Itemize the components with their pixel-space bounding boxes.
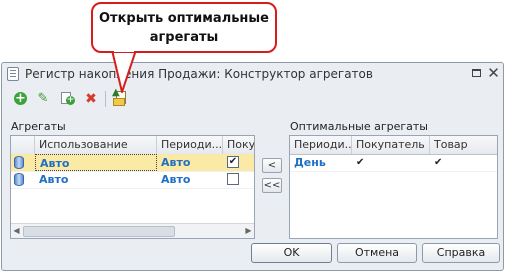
optimal-aggregates-table[interactable]: Периоди... Покупатель Товар День ✔ ✔ (289, 135, 498, 239)
horizontal-scrollbar[interactable]: ◀ ▶ (11, 223, 254, 238)
move-one-button[interactable]: < (262, 158, 282, 173)
callout-box: Открыть оптимальные агрегаты (91, 2, 277, 53)
title-bar: Регистр накопления Продажи: Конструктор … (2, 63, 503, 85)
period-cell[interactable]: День (290, 154, 352, 171)
aggregates-label: Агрегаты (11, 120, 66, 133)
period-cell[interactable]: Авто (157, 154, 223, 171)
column-header-product[interactable]: Товар (430, 136, 497, 154)
open-optimal-aggregates-icon[interactable]: ▲ (111, 87, 129, 108)
buyer-check-mark: ✔ (356, 157, 365, 168)
cancel-button[interactable]: Отмена (337, 243, 417, 263)
close-icon[interactable]: ✕ (486, 66, 501, 81)
table-row[interactable]: День ✔ ✔ (290, 154, 497, 172)
table-header: Периоди... Покупатель Товар (290, 136, 497, 155)
usage-cell[interactable]: Авто (35, 171, 157, 188)
optimal-aggregates-label: Оптимальные агрегаты (290, 120, 428, 133)
database-icon (14, 156, 24, 169)
column-header-periodicity[interactable]: Периоди... (157, 136, 223, 154)
buyer-checkbox[interactable] (227, 173, 239, 185)
scroll-left-icon[interactable]: ◀ (11, 225, 22, 236)
edit-icon[interactable]: ✎ (34, 90, 52, 108)
callout-text-line1: Открыть оптимальные (98, 11, 269, 26)
copy-icon[interactable]: + (58, 90, 76, 108)
scrollbar-thumb[interactable] (23, 226, 175, 237)
table-row[interactable]: Авто Авто ✔ (11, 154, 254, 172)
window-title: Регистр накопления Продажи: Конструктор … (25, 67, 373, 81)
ok-button[interactable]: OK (251, 243, 332, 263)
database-icon (14, 173, 24, 186)
icon-column-header (11, 136, 35, 154)
maximize-icon[interactable] (469, 66, 484, 81)
column-header-buyer[interactable]: Покупатель (352, 136, 430, 154)
column-header-periodicity[interactable]: Периоди... (290, 136, 352, 154)
column-header-buyer[interactable]: Покупат (223, 136, 254, 154)
help-button[interactable]: Справка (422, 243, 500, 263)
period-cell[interactable]: Авто (157, 171, 223, 188)
add-icon[interactable]: + (12, 90, 30, 108)
table-row[interactable]: Авто Авто (11, 171, 254, 189)
product-check-mark: ✔ (434, 157, 443, 168)
callout-text-line2: агрегаты (149, 30, 219, 45)
usage-cell[interactable]: Авто (35, 154, 157, 171)
toolbar-separator (105, 91, 106, 107)
move-all-button[interactable]: << (262, 178, 282, 193)
document-icon (7, 67, 19, 81)
aggregate-constructor-window: Регистр накопления Продажи: Конструктор … (1, 62, 504, 271)
buyer-cell[interactable]: ✔ (223, 154, 253, 171)
table-header: Использование Периоди... Покупат (11, 136, 254, 155)
buyer-cell[interactable] (223, 171, 253, 188)
aggregates-table[interactable]: Использование Периоди... Покупат Авто Ав… (10, 135, 255, 239)
column-header-usage[interactable]: Использование (35, 136, 157, 154)
scroll-right-icon[interactable]: ▶ (243, 225, 254, 236)
buyer-checkbox[interactable]: ✔ (227, 156, 239, 168)
delete-icon[interactable]: ✖ (82, 90, 100, 108)
